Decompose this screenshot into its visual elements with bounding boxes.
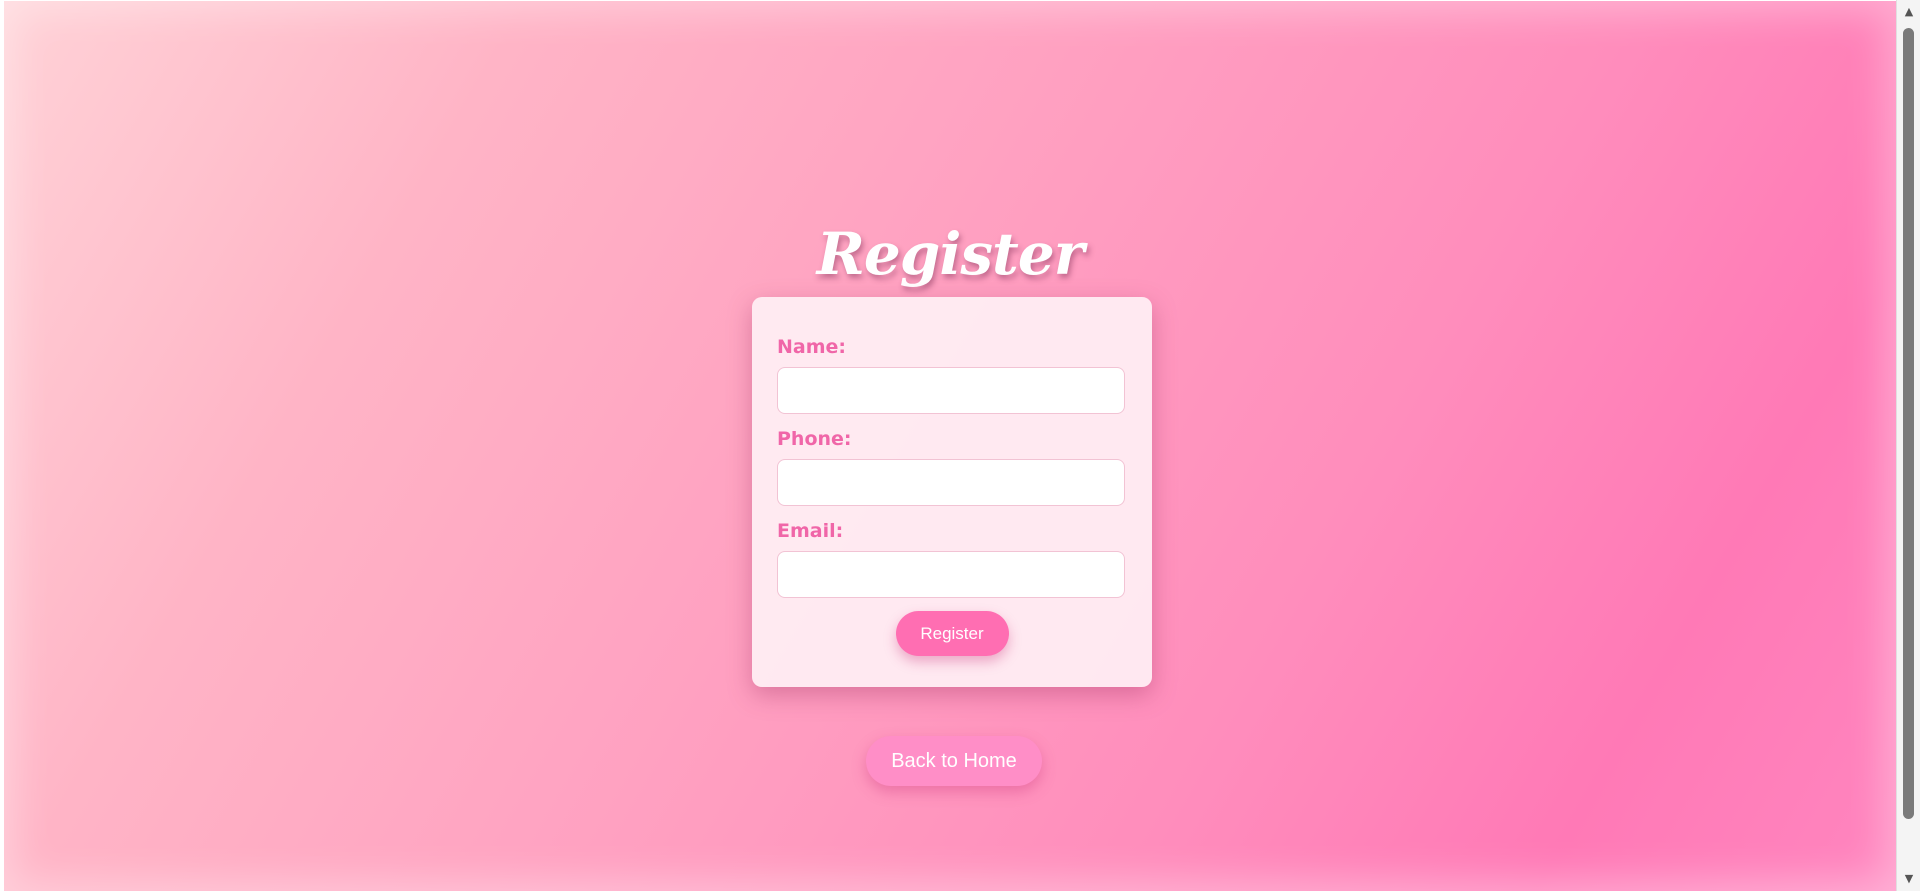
- phone-input[interactable]: [777, 459, 1125, 506]
- email-label: Email:: [777, 520, 844, 542]
- submit-row: Register: [777, 611, 1127, 656]
- page-viewport: Register Name: Phone: Email: Register Ba…: [4, 1, 1896, 891]
- page-title: Register: [816, 219, 1085, 288]
- scroll-up-arrow-icon[interactable]: ▲: [1897, 2, 1920, 22]
- register-button[interactable]: Register: [895, 611, 1009, 656]
- browser-window: Register Name: Phone: Email: Register Ba…: [0, 0, 1920, 891]
- name-label: Name:: [777, 336, 847, 358]
- scroll-down-arrow-icon[interactable]: ▼: [1897, 869, 1920, 889]
- name-input[interactable]: [777, 367, 1125, 414]
- vertical-scrollbar[interactable]: ▲ ▼: [1896, 0, 1920, 891]
- email-input[interactable]: [777, 551, 1125, 598]
- register-form-card: Name: Phone: Email: Register: [752, 297, 1152, 687]
- scrollbar-thumb[interactable]: [1903, 28, 1914, 819]
- back-to-home-button[interactable]: Back to Home: [866, 736, 1042, 786]
- phone-label: Phone:: [777, 428, 852, 450]
